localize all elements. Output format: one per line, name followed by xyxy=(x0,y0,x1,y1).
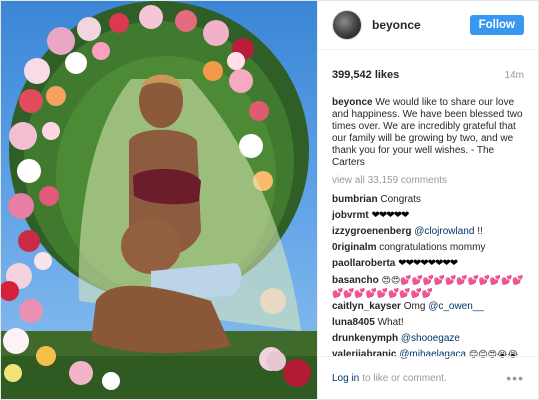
comment-username[interactable]: izzygroenenberg xyxy=(332,226,411,237)
comment-username[interactable]: basancho xyxy=(332,275,379,286)
post-stats: 399,542 likes 14m xyxy=(318,50,538,83)
like-count[interactable]: 399,542 likes xyxy=(332,69,399,81)
login-prompt-text: to like or comment. xyxy=(362,372,447,384)
comment-text: ❤❤❤❤❤ xyxy=(371,210,409,221)
comment-username[interactable]: paollaroberta xyxy=(332,258,395,269)
comment-item: basancho 😍😍💕💕💕💕💕💕💕💕💕💕💕💕💕💕💕💕💕💕💕💕 xyxy=(332,274,524,301)
comment-text: Omg xyxy=(403,301,426,312)
post-card: beyonce Follow 399,542 likes 14m beyonce… xyxy=(0,0,539,400)
comment-mention[interactable]: @shooegaze xyxy=(401,333,460,344)
comment-list: bumbrian Congrats jobvrmt ❤❤❤❤❤ izzygroe… xyxy=(318,187,538,359)
comment-mention[interactable]: @c_owen__ xyxy=(428,301,484,312)
comment-text: !! xyxy=(477,226,483,237)
more-options-icon[interactable]: ••• xyxy=(506,370,524,386)
caption-username[interactable]: beyonce xyxy=(332,97,373,108)
comment-item: luna8405 What! xyxy=(332,317,524,333)
comment-text: Congrats xyxy=(380,194,421,205)
post-photo[interactable] xyxy=(1,1,317,399)
comment-text: ❤❤❤❤❤❤❤❤ xyxy=(398,258,458,269)
comment-username[interactable]: drunkenymph xyxy=(332,333,398,344)
post-header: beyonce Follow xyxy=(318,1,538,50)
comment-username[interactable]: bumbrian xyxy=(332,194,378,205)
comment-text: congratulations mommy xyxy=(379,242,486,253)
comment-mention[interactable]: @clojrowland xyxy=(414,226,474,237)
post-details-panel: beyonce Follow 399,542 likes 14m beyonce… xyxy=(317,1,538,399)
comment-item: izzygroenenberg @clojrowland !! xyxy=(332,226,524,242)
avatar[interactable] xyxy=(332,10,362,40)
photo-illustration xyxy=(1,1,317,399)
comment-item: bumbrian Congrats xyxy=(332,194,524,210)
comment-username[interactable]: jobvrmt xyxy=(332,210,369,221)
comment-item: 0riginalm congratulations mommy xyxy=(332,242,524,258)
username[interactable]: beyonce xyxy=(372,18,421,32)
comment-item: caitlyn_kayser Omg @c_owen__ xyxy=(332,301,524,317)
caption: beyonce We would like to share our love … xyxy=(318,83,538,187)
comment-username[interactable]: caitlyn_kayser xyxy=(332,301,401,312)
comment-item: paollaroberta ❤❤❤❤❤❤❤❤ xyxy=(332,258,524,274)
comment-username[interactable]: 0riginalm xyxy=(332,242,376,253)
comment-item: drunkenymph @shooegaze xyxy=(332,333,524,349)
follow-button[interactable]: Follow xyxy=(469,15,524,35)
post-timestamp[interactable]: 14m xyxy=(505,70,524,81)
comment-username[interactable]: luna8405 xyxy=(332,317,375,328)
comment-text: What! xyxy=(377,317,404,328)
login-link[interactable]: Log in xyxy=(332,373,359,384)
comment-item: jobvrmt ❤❤❤❤❤ xyxy=(332,210,524,226)
view-all-comments-link[interactable]: view all 33,159 comments xyxy=(332,175,524,187)
post-footer: Log in to like or comment. ••• xyxy=(318,356,538,399)
